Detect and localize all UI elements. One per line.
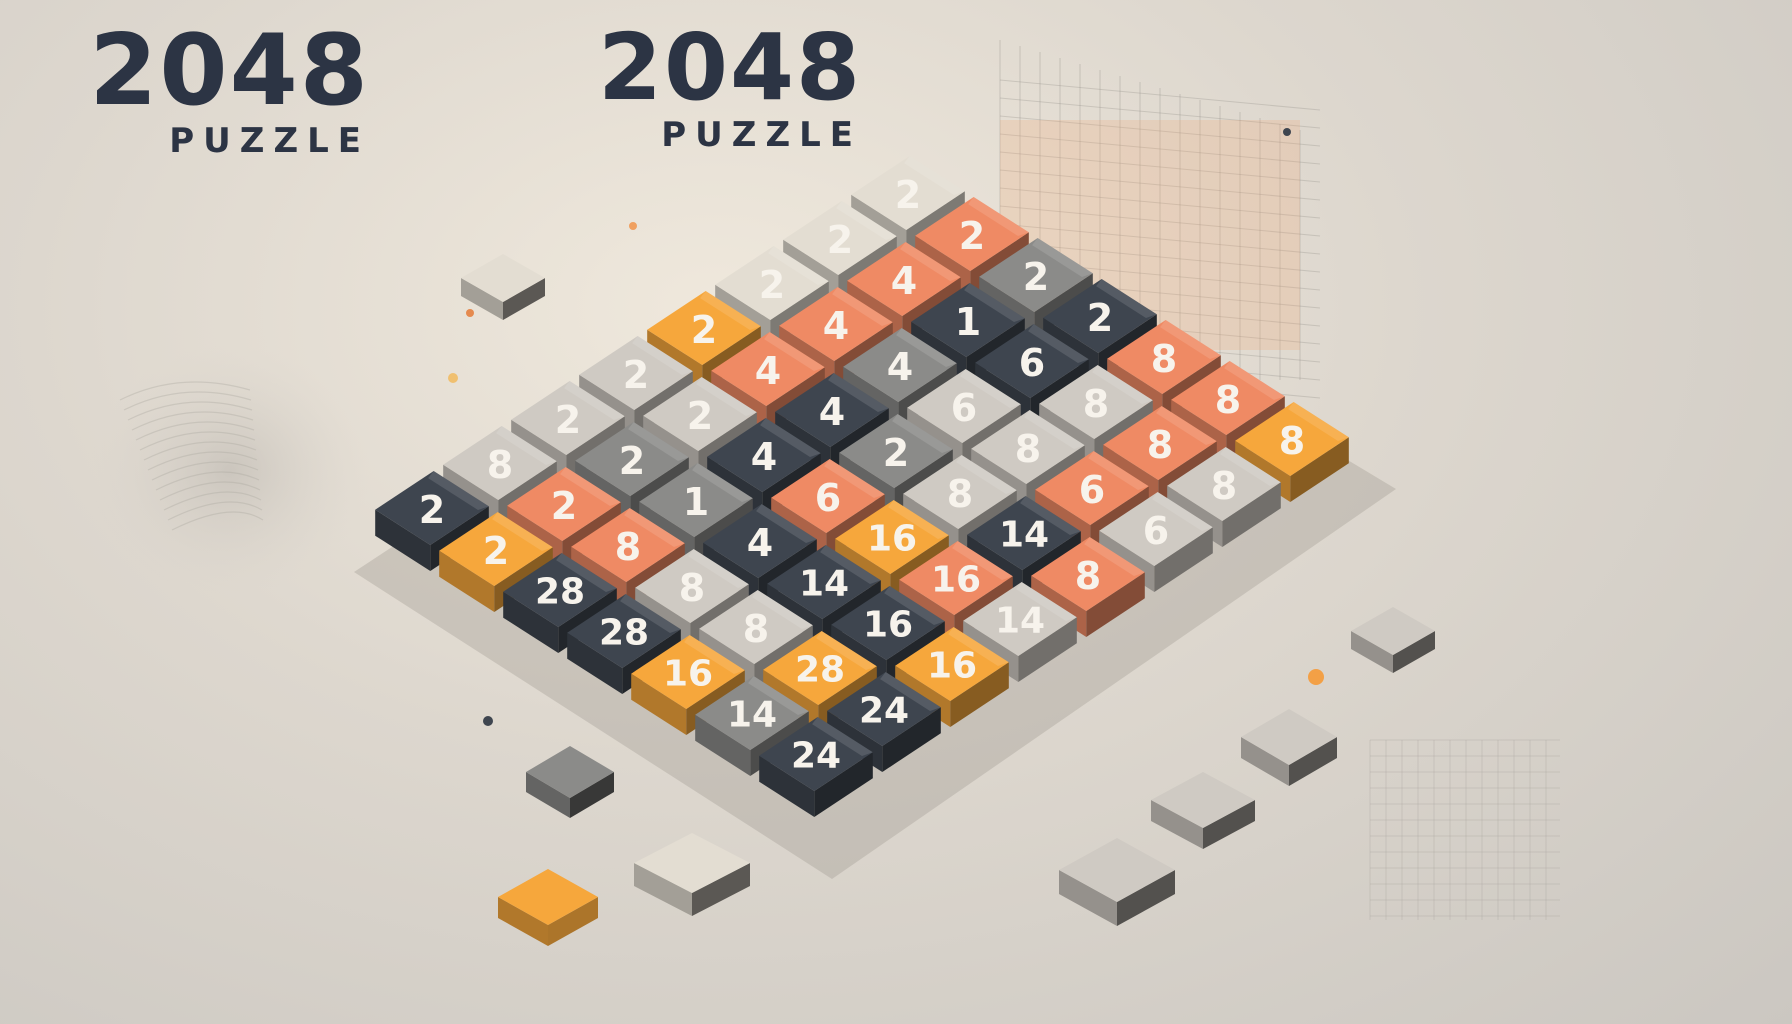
dot-decor bbox=[1283, 128, 1291, 136]
tile-number: 8 bbox=[1215, 378, 1241, 422]
tile-number: 14 bbox=[799, 564, 849, 605]
tile-number: 2 bbox=[419, 488, 445, 532]
tile-number: 2 bbox=[483, 529, 509, 573]
tile-number: 16 bbox=[867, 519, 917, 560]
tile-number: 16 bbox=[863, 605, 913, 646]
tile-number: 2 bbox=[623, 353, 649, 397]
dot-decor bbox=[448, 373, 458, 383]
tile-number: 8 bbox=[679, 566, 705, 610]
tile-number: 4 bbox=[887, 345, 913, 389]
tile-number: 2 bbox=[619, 439, 645, 483]
tile-number: 6 bbox=[815, 476, 841, 520]
loose-block bbox=[1241, 709, 1337, 786]
tile-number: 2 bbox=[687, 394, 713, 438]
tile-number: 2 bbox=[555, 398, 581, 442]
tile-number: 14 bbox=[995, 601, 1045, 642]
tile-number: 8 bbox=[1211, 464, 1237, 508]
tile-number: 24 bbox=[791, 736, 841, 777]
tile-number: 16 bbox=[663, 654, 713, 695]
tile-number: 16 bbox=[931, 560, 981, 601]
tile-number: 4 bbox=[823, 304, 849, 348]
game-scene: 22 22 4 22 4 1 22 4 4 6 82 2 4 6 8 88 2 4 2 8 8 82 2 1 6 8 6 82 8 4 16… bbox=[90, 40, 1560, 946]
tile-number: 8 bbox=[947, 472, 973, 516]
tile-number: 28 bbox=[599, 613, 649, 654]
tile-number: 6 bbox=[1143, 509, 1169, 553]
loose-block bbox=[634, 833, 750, 916]
tile-number: 8 bbox=[743, 607, 769, 651]
loose-block bbox=[498, 869, 598, 946]
dot-decor bbox=[1308, 669, 1324, 685]
tile-number: 8 bbox=[1015, 427, 1041, 471]
dot-decor bbox=[629, 222, 637, 230]
tile-number: 8 bbox=[615, 525, 641, 569]
tile-number: 2 bbox=[895, 173, 921, 217]
tile-number: 2 bbox=[1087, 296, 1113, 340]
tile-number: 6 bbox=[1019, 341, 1045, 385]
tile-number: 4 bbox=[747, 521, 773, 565]
dot-decor bbox=[466, 309, 474, 317]
dot-decor bbox=[483, 716, 493, 726]
tile-number: 2 bbox=[691, 308, 717, 352]
tile-number: 16 bbox=[927, 646, 977, 687]
tile-number: 6 bbox=[1079, 468, 1105, 512]
tile-number: 1 bbox=[955, 300, 981, 344]
tile-number: 2 bbox=[551, 484, 577, 528]
tile-number: 2 bbox=[959, 214, 985, 258]
tile-number: 8 bbox=[1151, 337, 1177, 381]
tile-number: 2 bbox=[827, 218, 853, 262]
tile-number: 28 bbox=[795, 650, 845, 691]
swirl-decor bbox=[90, 345, 370, 595]
tile-number: 2 bbox=[759, 263, 785, 307]
tile-number: 2 bbox=[883, 431, 909, 475]
tile-number: 8 bbox=[1279, 419, 1305, 463]
loose-block bbox=[461, 254, 545, 320]
loose-block bbox=[1351, 607, 1435, 673]
tile-number: 28 bbox=[535, 572, 585, 613]
tile-number: 4 bbox=[751, 435, 777, 479]
tile-number: 1 bbox=[683, 480, 709, 524]
tile-number: 8 bbox=[487, 443, 513, 487]
grid-pattern-decor bbox=[1369, 739, 1560, 920]
tile-number: 2 bbox=[1023, 255, 1049, 299]
tile-number: 8 bbox=[1147, 423, 1173, 467]
tile-number: 14 bbox=[999, 515, 1049, 556]
tile-number: 24 bbox=[859, 691, 909, 732]
tile-number: 4 bbox=[755, 349, 781, 393]
loose-block bbox=[1059, 838, 1175, 926]
loose-block bbox=[1151, 772, 1255, 849]
tile-number: 6 bbox=[951, 386, 977, 430]
tile-number: 8 bbox=[1075, 554, 1101, 598]
tile-number: 8 bbox=[1083, 382, 1109, 426]
tile-number: 4 bbox=[819, 390, 845, 434]
loose-block bbox=[526, 746, 614, 818]
tile-number: 4 bbox=[891, 259, 917, 303]
tile-number: 14 bbox=[727, 695, 777, 736]
